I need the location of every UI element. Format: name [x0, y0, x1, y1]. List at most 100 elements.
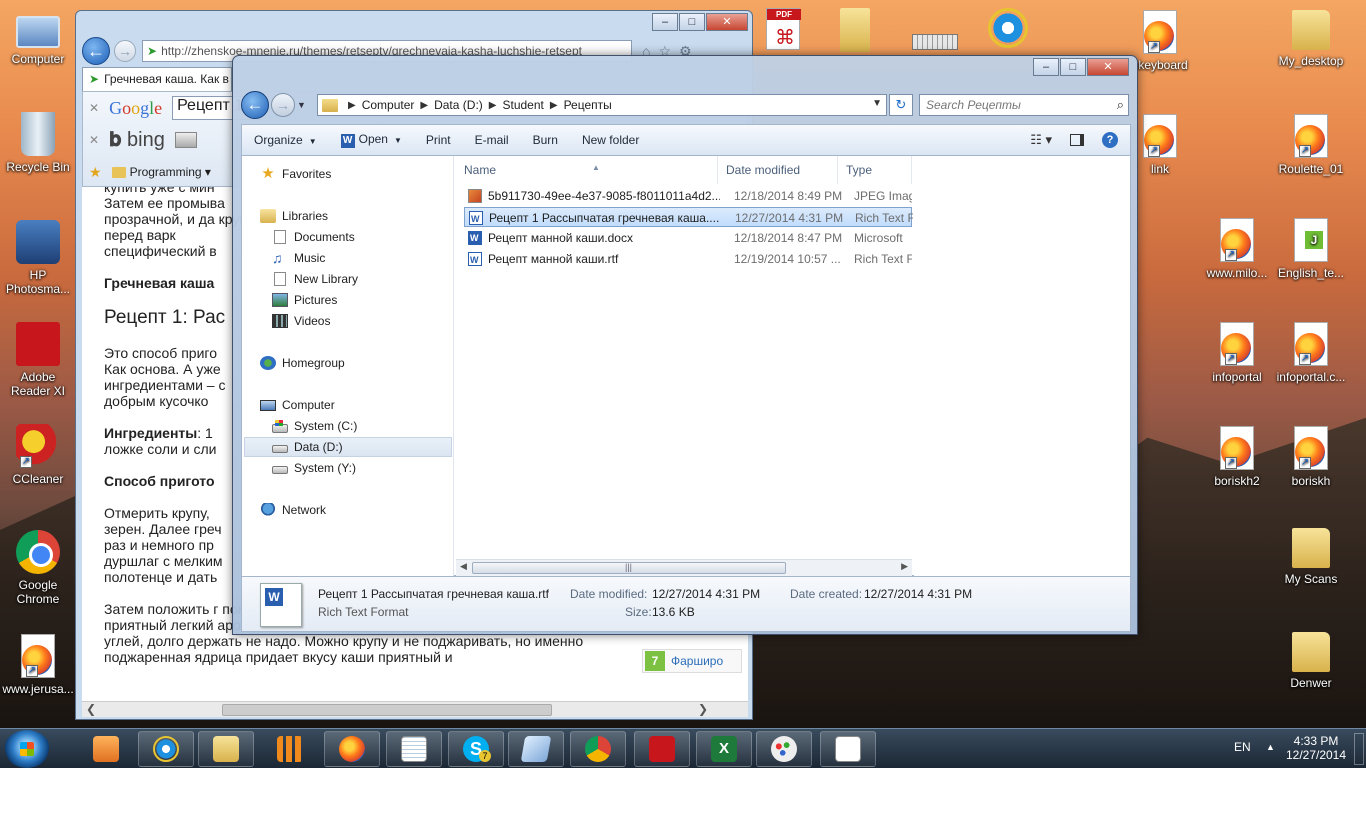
show-desktop-button[interactable]	[1354, 733, 1364, 765]
recent-pages-icon[interactable]: ▼	[297, 100, 309, 110]
desktop-icon-infoportal[interactable]: ↗ infoportal	[1199, 322, 1275, 384]
nav-network[interactable]: Network	[260, 500, 326, 520]
new-folder-button[interactable]: New folder	[570, 133, 651, 147]
desktop-icon-chrome[interactable]: Google Chrome	[0, 530, 76, 606]
forward-arrow-icon[interactable]: →	[271, 93, 295, 117]
help-icon[interactable]: ?	[1102, 132, 1118, 148]
chevron-down-icon[interactable]: ▼	[872, 98, 882, 109]
chevron-right-icon[interactable]: ▶	[489, 100, 497, 111]
file-list-horizontal-scrollbar[interactable]: ◀ ||| ▶	[456, 559, 912, 576]
desktop-icon-english-te[interactable]: J English_te...	[1273, 218, 1349, 280]
breadcrumb[interactable]: ▶ Computer ▶ Data (D:) ▶ Student ▶ Рецеп…	[317, 94, 887, 116]
toolbar-tools-icon[interactable]	[174, 132, 197, 148]
taskbar-reader[interactable]	[820, 731, 876, 767]
minimize-icon[interactable]: –	[652, 13, 678, 31]
taskbar-app-grid[interactable]	[262, 731, 318, 767]
nav-libraries[interactable]: Libraries	[260, 206, 328, 226]
scroll-right-icon[interactable]: ❯	[698, 702, 708, 716]
close-toolbar-icon[interactable]: ✕	[89, 101, 99, 115]
change-view-icon[interactable]: ☷ ▾	[1030, 132, 1052, 148]
desktop-icon-boriskh2[interactable]: ↗ boriskh2	[1199, 426, 1275, 488]
scroll-right-icon[interactable]: ▶	[901, 561, 908, 572]
taskbar-firefox[interactable]	[324, 731, 380, 767]
nav-videos[interactable]: Videos	[272, 311, 330, 331]
desktop-icon-milo[interactable]: ↗ www.milo...	[1199, 218, 1275, 280]
minimize-icon[interactable]: –	[1033, 58, 1059, 76]
maximize-icon[interactable]: □	[1060, 58, 1086, 76]
ie-horizontal-scrollbar[interactable]: ❮ ❯	[82, 701, 748, 717]
taskbar-adobe-reader[interactable]	[634, 731, 690, 767]
file-row[interactable]: 5b911730-49ee-4e37-9085-f8011011a4d2....…	[464, 186, 912, 206]
scroll-thumb[interactable]: |||	[472, 562, 786, 574]
chevron-right-icon[interactable]: ▶	[550, 100, 558, 111]
desktop-icon-ccleaner[interactable]: ↗ CCleaner	[0, 424, 76, 486]
refresh-icon[interactable]: ↻	[889, 94, 913, 116]
forward-arrow-icon[interactable]: →	[114, 40, 136, 62]
breadcrumb-data-d[interactable]: Data (D:)	[434, 98, 483, 112]
scroll-left-icon[interactable]: ◀	[460, 561, 467, 572]
email-button[interactable]: E-mail	[463, 133, 521, 147]
language-indicator[interactable]: EN	[1234, 729, 1251, 769]
preview-pane-icon[interactable]	[1070, 134, 1084, 146]
file-row-selected[interactable]: Рецепт 1 Рассыпчатая гречневая каша.... …	[464, 207, 913, 229]
nav-computer[interactable]: Computer	[260, 395, 335, 415]
nav-documents[interactable]: Documents	[272, 227, 355, 247]
start-button[interactable]	[4, 730, 50, 768]
print-button[interactable]: Print	[414, 133, 463, 147]
desktop-icon-hp-photosmart[interactable]: HP Photosma...	[0, 220, 76, 296]
tray-expand-icon[interactable]: ▲	[1266, 729, 1275, 769]
desktop-icon-computer[interactable]: Computer	[0, 10, 76, 66]
taskbar-paint[interactable]	[756, 731, 812, 767]
breadcrumb-student[interactable]: Student	[502, 98, 543, 112]
breadcrumb-recepty[interactable]: Рецепты	[564, 98, 612, 112]
close-icon[interactable]: ✕	[706, 13, 748, 31]
search-input[interactable]: Search Рецепты ⌕	[919, 94, 1129, 116]
taskbar-excel[interactable]: X	[696, 731, 752, 767]
nav-music[interactable]: ♫ Music	[272, 248, 325, 268]
ad-card[interactable]: 7 Фарширо	[642, 649, 742, 673]
back-arrow-icon[interactable]: ←	[82, 37, 110, 65]
chevron-right-icon[interactable]: ▶	[420, 100, 428, 111]
nav-favorites[interactable]: ★ Favorites	[260, 164, 331, 184]
file-list-empty-area[interactable]	[914, 156, 1130, 576]
maximize-icon[interactable]: □	[679, 13, 705, 31]
nav-pictures[interactable]: Pictures	[272, 290, 337, 310]
scroll-thumb[interactable]	[222, 704, 552, 716]
desktop-icon-jerusa[interactable]: ↗ www.jerusa...	[0, 634, 76, 696]
favorites-folder-programming[interactable]: Programming ▾	[111, 165, 211, 179]
chevron-right-icon[interactable]: ▶	[348, 100, 356, 111]
nav-new-library[interactable]: New Library	[272, 269, 358, 289]
scroll-left-icon[interactable]: ❮	[86, 702, 96, 716]
folder-icon[interactable]	[840, 8, 874, 54]
search-icon[interactable]: ⌕	[1117, 97, 1124, 113]
desktop-icon-denwer[interactable]: Denwer	[1273, 632, 1349, 690]
taskbar-media-player[interactable]	[78, 731, 134, 767]
file-row[interactable]: Рецепт манной каши.rtf 12/19/2014 10:57 …	[464, 249, 912, 270]
taskbar-app[interactable]	[508, 731, 564, 767]
close-icon[interactable]: ✕	[1087, 58, 1129, 76]
column-header-name[interactable]: Name ▲	[456, 156, 718, 184]
organize-button[interactable]: Organize ▼	[242, 133, 329, 147]
breadcrumb-computer[interactable]: Computer	[362, 98, 415, 112]
ie-icon[interactable]	[988, 8, 1036, 54]
file-row[interactable]: Рецепт манной каши.docx 12/18/2014 8:47 …	[464, 228, 912, 248]
pdf-icon[interactable]: PDF ⌘	[766, 8, 808, 54]
burn-button[interactable]: Burn	[521, 133, 570, 147]
nav-data-d[interactable]: Data (D:)	[244, 437, 452, 457]
clock[interactable]: 4:33 PM 12/27/2014	[1284, 729, 1348, 769]
nav-homegroup[interactable]: Homegroup	[260, 353, 345, 373]
desktop-icon-my-desktop[interactable]: My_desktop	[1273, 10, 1349, 68]
back-arrow-icon[interactable]: ←	[241, 91, 269, 119]
favorites-star-icon[interactable]: ★	[89, 164, 102, 181]
desktop-icon-my-scans[interactable]: My Scans	[1273, 528, 1349, 586]
taskbar-notepad[interactable]	[386, 731, 442, 767]
desktop-icon-adobe-reader[interactable]: Adobe Reader XI	[0, 322, 76, 398]
open-button[interactable]: W Open ▼	[329, 132, 414, 148]
taskbar-chrome[interactable]	[570, 731, 626, 767]
desktop-icon-boriskh[interactable]: ↗ boriskh	[1273, 426, 1349, 488]
nav-system-c[interactable]: System (C:)	[272, 416, 357, 436]
ie-titlebar[interactable]: – □ ✕	[76, 11, 752, 41]
column-header-date[interactable]: Date modified	[718, 156, 838, 184]
nav-system-y[interactable]: System (Y:)	[272, 458, 356, 478]
taskbar-skype[interactable]: S7	[448, 731, 504, 767]
